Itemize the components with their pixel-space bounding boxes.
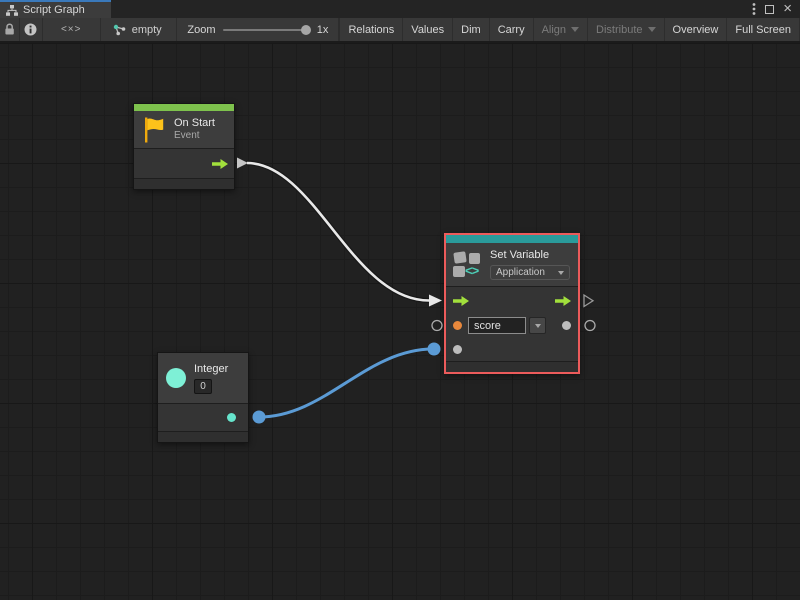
variables-icon: <> <box>453 251 483 278</box>
graph-reference-label: empty <box>132 24 162 36</box>
node-integer[interactable]: Integer 0 <box>157 352 249 443</box>
set-variable-accent-bar <box>446 235 578 243</box>
overview-label: Overview <box>673 24 719 36</box>
set-variable-right-circle-port[interactable] <box>585 321 595 331</box>
dim-button[interactable]: Dim <box>453 18 490 41</box>
carry-label: Carry <box>498 24 525 36</box>
lock-button[interactable] <box>0 18 20 41</box>
distribute-button[interactable]: Distribute <box>588 18 664 41</box>
graph-canvas[interactable]: On Start Event Integer 0 <box>0 43 800 600</box>
variable-output-port[interactable] <box>562 321 571 330</box>
variable-scope-dropdown[interactable]: Application <box>490 265 570 280</box>
window-controls: × <box>752 0 800 18</box>
variable-name-value: score <box>474 320 501 332</box>
values-button[interactable]: Values <box>403 18 453 41</box>
set-variable-flow-row <box>446 287 578 314</box>
maximize-icon[interactable] <box>765 5 774 14</box>
variable-name-dropdown[interactable]: score <box>468 317 526 334</box>
wire-control-flow[interactable] <box>247 163 429 301</box>
zoom-label: Zoom <box>187 24 215 36</box>
zoom-slider-handle[interactable] <box>301 25 311 35</box>
on-start-accent-bar <box>134 104 234 111</box>
code-glyph: <×> <box>61 24 82 35</box>
toolbar-buttons: Relations Values Dim Carry Align Distrib… <box>339 18 800 41</box>
info-icon <box>24 23 37 36</box>
on-start-footer <box>134 178 234 189</box>
menu-icon[interactable] <box>752 2 756 16</box>
align-button[interactable]: Align <box>534 18 588 41</box>
full-screen-button[interactable]: Full Screen <box>727 18 800 41</box>
relations-label: Relations <box>348 24 394 36</box>
wires-overlay <box>0 43 800 600</box>
lock-icon <box>4 23 15 36</box>
align-label: Align <box>542 24 566 36</box>
set-variable-name-row: score <box>446 314 578 337</box>
set-variable-value-row <box>446 337 578 361</box>
set-variable-title: Set Variable <box>490 249 570 262</box>
title-bar: Script Graph × <box>0 0 800 18</box>
full-screen-label: Full Screen <box>735 24 791 36</box>
wire-end-dot <box>428 343 441 356</box>
dim-label: Dim <box>461 24 481 36</box>
chevron-down-icon <box>648 27 656 32</box>
variable-name-input-port[interactable] <box>453 321 462 330</box>
flag-icon <box>142 116 166 144</box>
zoom-slider[interactable] <box>223 29 310 31</box>
on-start-title: On Start <box>174 117 215 130</box>
chevron-down-icon <box>535 324 541 328</box>
integer-output-port[interactable] <box>227 413 236 422</box>
flow-output-arrow-icon[interactable] <box>212 159 228 169</box>
graph-nodes-icon <box>113 24 126 36</box>
set-variable-body: score <box>446 286 578 361</box>
wire-start-dot <box>253 411 266 424</box>
integer-value-field[interactable]: 0 <box>194 379 212 394</box>
set-variable-left-circle-port[interactable] <box>432 321 442 331</box>
tab-label: Script Graph <box>23 4 85 16</box>
close-icon[interactable]: × <box>783 4 792 14</box>
chevron-down-icon <box>571 27 579 32</box>
unit-preview-button[interactable]: <×> <box>43 18 101 41</box>
carry-button[interactable]: Carry <box>490 18 534 41</box>
tab-script-graph[interactable]: Script Graph <box>0 0 111 18</box>
node-set-variable[interactable]: <> Set Variable Application score <box>444 233 580 374</box>
zoom-control: Zoom 1x <box>177 18 339 41</box>
on-start-subtitle: Event <box>174 130 215 142</box>
set-variable-header: <> Set Variable Application <box>446 243 578 286</box>
graph-toolbar: <×> empty Zoom 1x Relations Values Dim C… <box>0 18 800 43</box>
zoom-value: 1x <box>317 24 329 36</box>
node-on-start[interactable]: On Start Event <box>133 103 235 190</box>
wire-value-flow[interactable] <box>259 349 433 417</box>
overview-button[interactable]: Overview <box>665 18 728 41</box>
integer-output-row <box>158 403 248 431</box>
integer-footer <box>158 431 248 442</box>
on-start-flow-row <box>134 148 234 178</box>
wire-arrowhead-icon <box>429 295 442 307</box>
chevron-down-icon <box>558 271 564 275</box>
variable-brackets-icon: <> <box>465 263 478 278</box>
info-button[interactable] <box>20 18 43 41</box>
on-start-header: On Start Event <box>134 111 234 148</box>
integer-type-icon <box>166 368 186 388</box>
integer-title: Integer <box>194 363 228 376</box>
graph-reference-button[interactable]: empty <box>101 18 178 41</box>
variable-name-dropdown-button[interactable] <box>529 317 546 334</box>
relations-button[interactable]: Relations <box>339 18 403 41</box>
variable-value-input-port[interactable] <box>453 345 462 354</box>
set-variable-footer <box>446 361 578 372</box>
set-variable-exit-port[interactable] <box>584 295 593 307</box>
flow-input-arrow-icon[interactable] <box>453 296 469 306</box>
graph-hierarchy-icon <box>6 5 18 16</box>
flow-output-arrow-icon[interactable] <box>555 296 571 306</box>
integer-header: Integer 0 <box>158 353 248 403</box>
values-label: Values <box>411 24 444 36</box>
distribute-label: Distribute <box>596 24 642 36</box>
on-start-exit-port[interactable] <box>237 158 248 169</box>
variable-scope-value: Application <box>496 267 545 278</box>
